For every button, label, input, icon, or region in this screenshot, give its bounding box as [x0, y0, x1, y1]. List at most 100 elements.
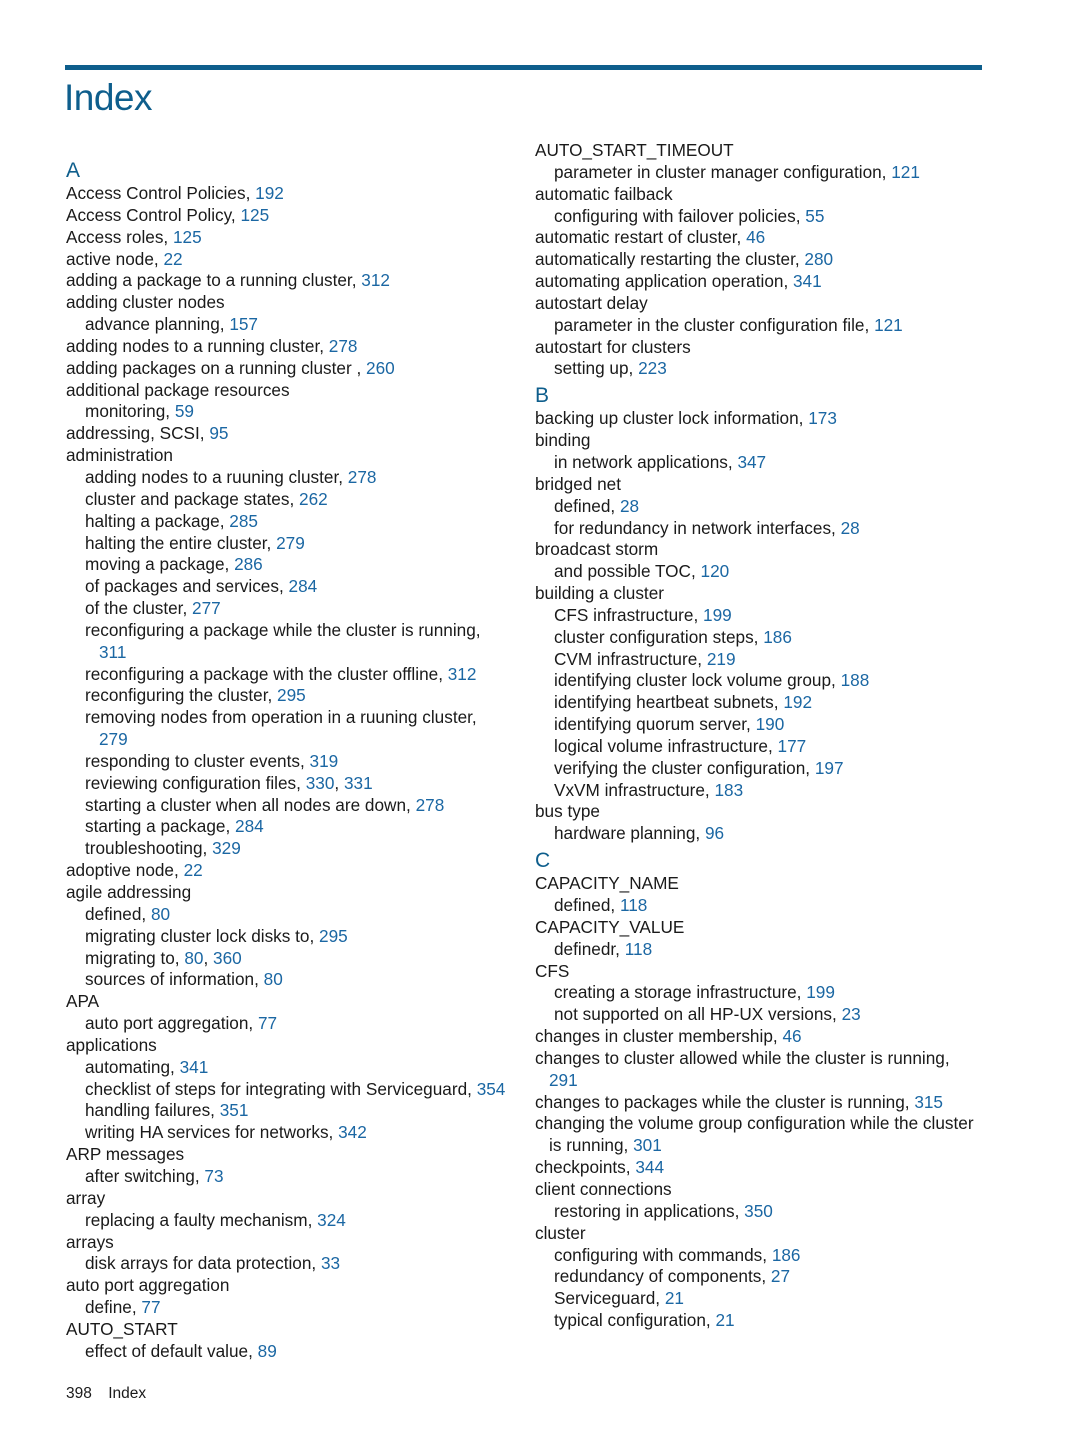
page-reference-link[interactable]: 28 [841, 518, 860, 538]
page-reference-link[interactable]: 341 [793, 271, 822, 291]
page-reference-link[interactable]: 121 [891, 162, 920, 182]
page-reference-link[interactable]: 330 [306, 773, 335, 793]
page-reference-link[interactable]: 59 [175, 401, 194, 421]
page-reference-link[interactable]: 46 [782, 1026, 801, 1046]
page-reference-link[interactable]: 95 [209, 423, 228, 443]
page-reference-link[interactable]: 55 [805, 206, 824, 226]
page-reference-link[interactable]: 279 [276, 533, 305, 553]
index-letter-heading: A [66, 159, 81, 182]
page-reference-link[interactable]: 77 [141, 1297, 160, 1317]
page-reference-link[interactable]: 22 [184, 860, 203, 880]
page-reference-link[interactable]: 188 [841, 670, 870, 690]
page-reference-link[interactable]: 329 [212, 838, 241, 858]
page-reference-link[interactable]: 80 [151, 904, 170, 924]
page-reference-link[interactable]: 262 [299, 489, 328, 509]
index-subentry: defined, 118 [535, 895, 995, 917]
page-reference-link[interactable]: 277 [192, 598, 221, 618]
page-reference-link[interactable]: 186 [772, 1245, 801, 1265]
page-reference-link[interactable]: 280 [804, 249, 833, 269]
page-reference-link[interactable]: 278 [329, 336, 358, 356]
entry-term: autostart for clusters [535, 336, 691, 357]
entry-term: backing up cluster lock information, [535, 408, 804, 429]
page-reference-link[interactable]: 350 [744, 1201, 773, 1221]
entry-term: APA [66, 991, 100, 1012]
page-reference-link[interactable]: 331 [344, 773, 373, 793]
page-reference-link[interactable]: 319 [310, 751, 339, 771]
page-reference-link[interactable]: 295 [319, 926, 348, 946]
page-reference-link[interactable]: 177 [778, 736, 807, 756]
page-reference-link[interactable]: 22 [163, 249, 182, 269]
page-reference-link[interactable]: 286 [234, 554, 263, 574]
page-reference-link[interactable]: 157 [229, 314, 258, 334]
page-reference-link[interactable]: 301 [633, 1135, 662, 1155]
page-reference-link[interactable]: 354 [477, 1079, 506, 1099]
page-reference-link[interactable]: 351 [220, 1100, 249, 1120]
page-reference-link[interactable]: 118 [625, 939, 652, 959]
page-reference-link[interactable]: 120 [701, 561, 730, 581]
page-reference-link[interactable]: 347 [737, 452, 766, 472]
page-reference-link[interactable]: 23 [842, 1004, 861, 1024]
index-subentry: cluster and package states, 262 [66, 489, 526, 511]
page-reference-link[interactable]: 80 [264, 969, 283, 989]
page-reference-link[interactable]: 77 [258, 1013, 277, 1033]
page-reference-link[interactable]: 80 [184, 948, 203, 968]
page-reference-link[interactable]: 186 [763, 627, 792, 647]
page-reference-link[interactable]: 285 [229, 511, 258, 531]
page-reference-link[interactable]: 315 [914, 1092, 943, 1112]
page-reference-link[interactable]: 118 [620, 895, 647, 915]
page-reference-link[interactable]: 324 [317, 1210, 346, 1230]
page-reference-link[interactable]: 284 [235, 816, 264, 836]
page-reference-link[interactable]: 121 [874, 315, 903, 335]
page-reference-link[interactable]: 199 [806, 982, 835, 1002]
entry-term: parameter in cluster manager configurati… [554, 161, 887, 182]
page-reference-link[interactable]: 21 [665, 1288, 684, 1308]
page-reference-link[interactable]: 190 [756, 714, 785, 734]
page-reference-link[interactable]: 28 [620, 496, 639, 516]
page-reference-link[interactable]: 291 [549, 1070, 578, 1090]
entry-term: arrays [66, 1231, 114, 1252]
page-reference-link[interactable]: 344 [635, 1157, 664, 1177]
entry-term: adding nodes to a ruuning cluster, [85, 466, 343, 487]
page-reference-link[interactable]: 199 [703, 605, 732, 625]
page-reference-link[interactable]: 278 [416, 795, 445, 815]
page-reference-link[interactable]: 27 [771, 1266, 790, 1286]
page-reference-link[interactable]: 73 [204, 1166, 223, 1186]
page-reference-link[interactable]: 260 [366, 358, 395, 378]
page-reference-link[interactable]: 223 [638, 358, 667, 378]
entry-term: for redundancy in network interfaces, [554, 517, 836, 538]
page-reference-link[interactable]: 125 [240, 205, 269, 225]
page-reference-link[interactable]: 360 [213, 948, 242, 968]
page-reference-link[interactable]: 295 [277, 685, 306, 705]
page-reference-link[interactable]: 312 [361, 270, 390, 290]
index-entry: binding [535, 430, 995, 452]
page-reference-link[interactable]: 341 [180, 1057, 209, 1077]
page-reference-link[interactable]: 192 [255, 183, 284, 203]
page-reference-link[interactable]: 219 [707, 649, 736, 669]
index-entry: APA [66, 991, 526, 1013]
page-reference-link[interactable]: 33 [321, 1253, 340, 1273]
page-reference-link[interactable]: 173 [808, 408, 837, 428]
page-reference-link[interactable]: 192 [783, 692, 812, 712]
entry-term: defined, [554, 895, 616, 915]
page-reference-link[interactable]: 279 [99, 729, 128, 749]
entry-term: halting a package, [85, 510, 225, 531]
index-entry: changes to packages while the cluster is… [535, 1092, 995, 1114]
page-footer: 398 Index [66, 1385, 146, 1403]
entry-term: and possible TOC, [554, 561, 696, 582]
page-reference-link[interactable]: 284 [289, 576, 318, 596]
entry-term: starting a cluster when all nodes are do… [85, 794, 411, 815]
page-reference-link[interactable]: 342 [338, 1122, 367, 1142]
page-reference-link[interactable]: 89 [258, 1341, 277, 1361]
page-reference-link[interactable]: 278 [348, 467, 377, 487]
page-reference-link[interactable]: 197 [815, 758, 844, 778]
page-reference-link[interactable]: 312 [448, 664, 477, 684]
entry-term: AUTO_START_TIMEOUT [535, 140, 734, 160]
page-reference-link[interactable]: 311 [99, 642, 126, 662]
page-reference-link[interactable]: 125 [173, 227, 202, 247]
page-reference-link[interactable]: 183 [714, 780, 743, 800]
index-subentry: CVM infrastructure, 219 [535, 649, 995, 671]
index-entry: changes to cluster allowed while the clu… [535, 1048, 995, 1092]
page-reference-link[interactable]: 21 [715, 1310, 734, 1330]
page-reference-link[interactable]: 46 [746, 227, 765, 247]
page-reference-link[interactable]: 96 [705, 823, 724, 843]
